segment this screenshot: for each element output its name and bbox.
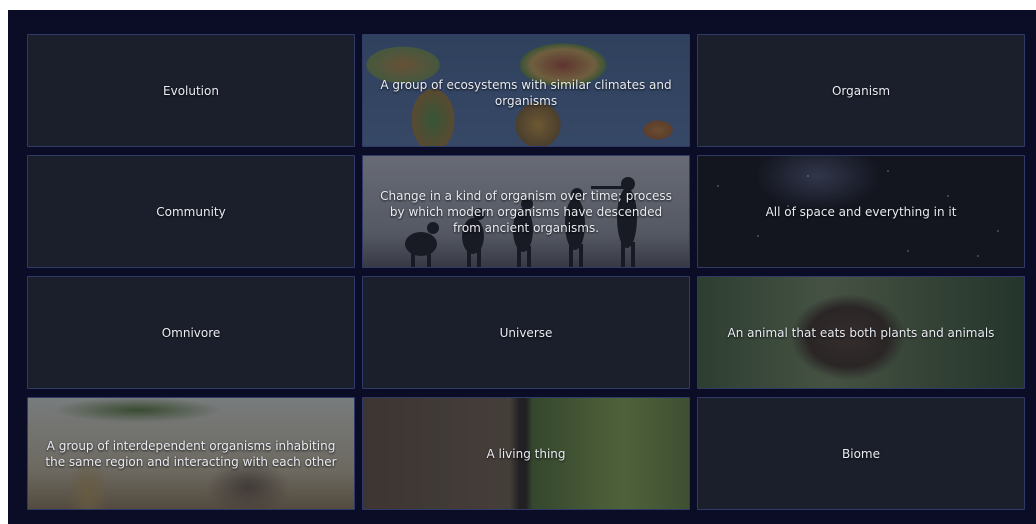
card-label: Community — [156, 204, 226, 219]
card-label: A living thing — [486, 446, 566, 461]
card-grid: Evolution A group of ecosystems with sim… — [27, 34, 1035, 510]
card-label: A group of ecosystems with similar clima… — [380, 78, 672, 108]
card-universe[interactable]: Universe — [362, 276, 690, 389]
card-label: Organism — [831, 83, 891, 98]
card-label: All of space and everything in it — [765, 204, 957, 219]
matching-game-board: Evolution A group of ecosystems with sim… — [8, 10, 1036, 524]
card-community[interactable]: Community — [27, 155, 355, 268]
card-universe-definition[interactable]: All of space and everything in it — [697, 155, 1025, 268]
card-biome[interactable]: Biome — [697, 397, 1025, 510]
card-evolution[interactable]: Evolution — [27, 34, 355, 147]
card-label: Change in a kind of organism over time; … — [380, 188, 672, 235]
card-label: A group of interdependent organisms inha… — [45, 438, 337, 469]
card-omnivore-definition[interactable]: An animal that eats both plants and anim… — [697, 276, 1025, 389]
card-biome-definition[interactable]: A group of ecosystems with similar clima… — [362, 34, 690, 147]
card-evolution-definition[interactable]: Change in a kind of organism over time; … — [362, 155, 690, 268]
card-label: Universe — [499, 325, 553, 340]
card-label: Biome — [842, 446, 880, 461]
card-label: An animal that eats both plants and anim… — [727, 325, 995, 340]
card-omnivore[interactable]: Omnivore — [27, 276, 355, 389]
card-organism[interactable]: Organism — [697, 34, 1025, 147]
card-organism-definition[interactable]: A living thing — [362, 397, 690, 510]
card-community-definition[interactable]: A group of interdependent organisms inha… — [27, 397, 355, 510]
card-label: Omnivore — [161, 325, 221, 340]
card-label: Evolution — [163, 83, 219, 98]
